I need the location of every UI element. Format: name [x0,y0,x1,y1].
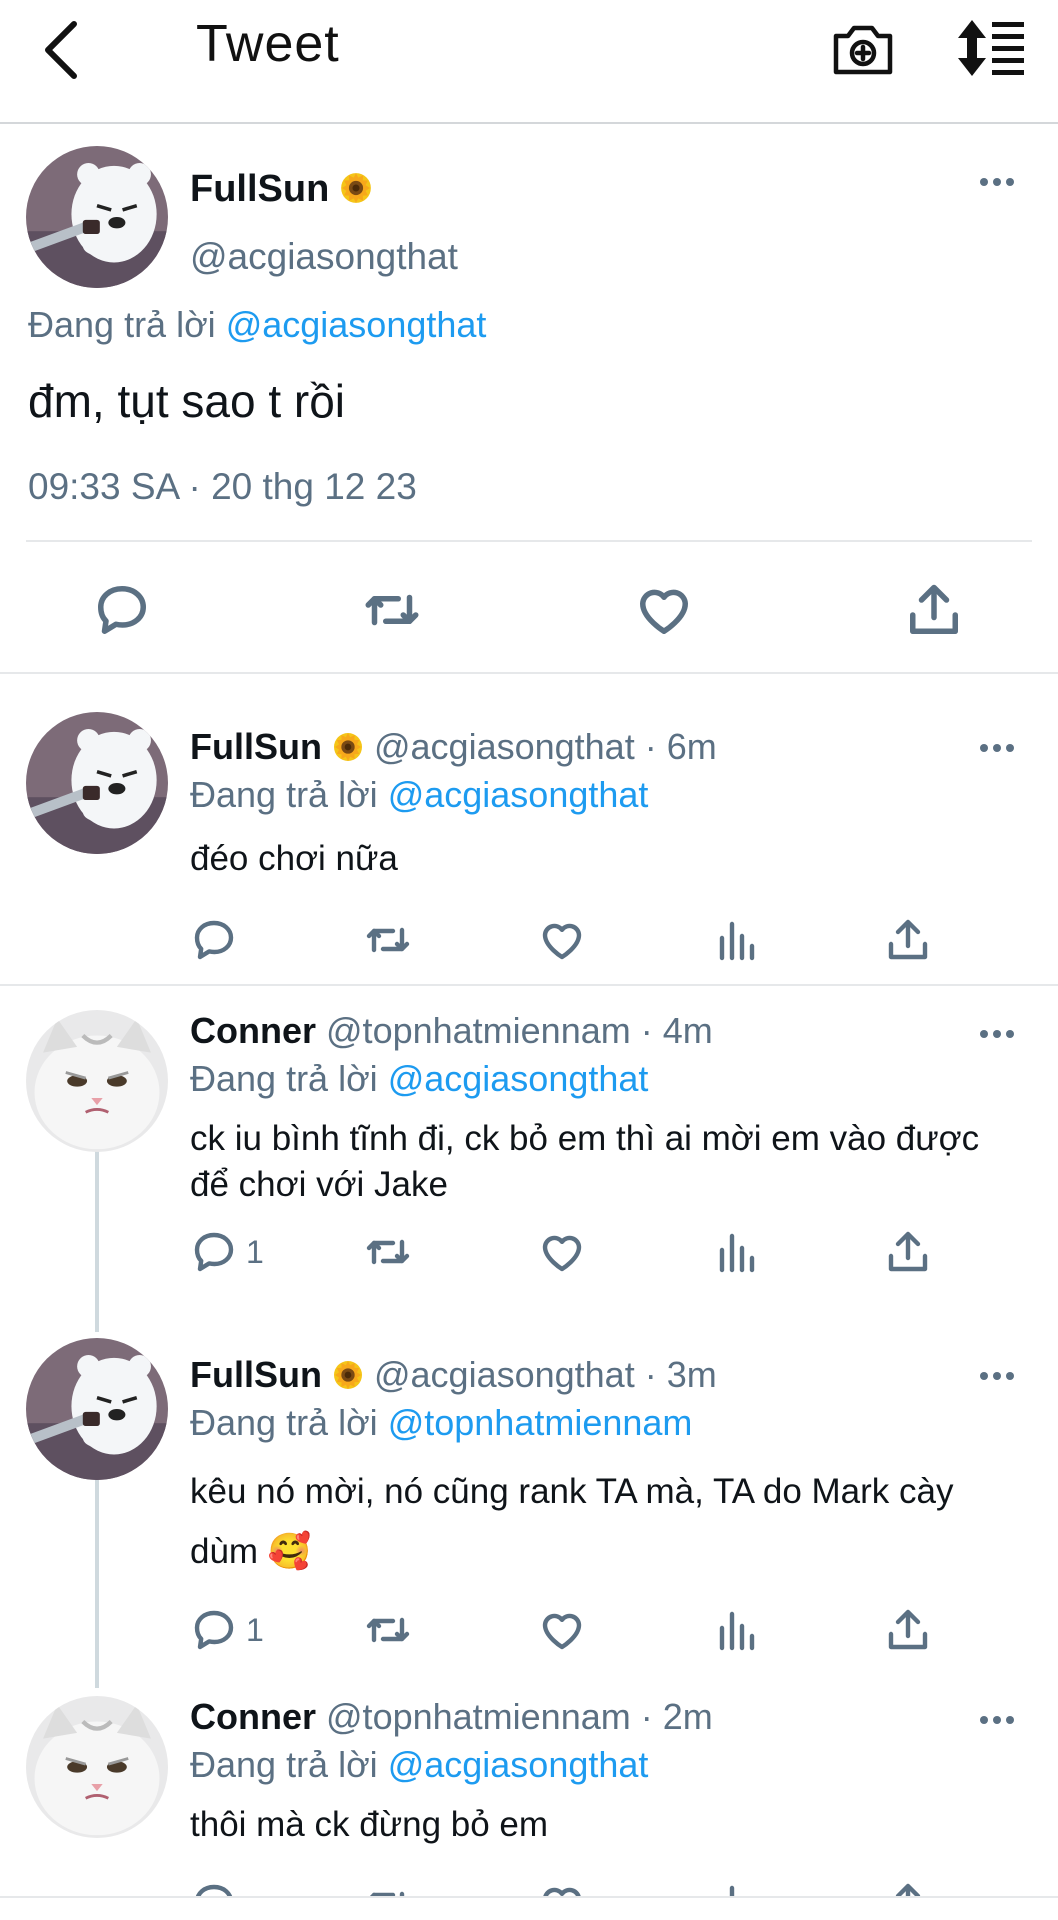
analytics-icon[interactable] [712,916,760,964]
replying-to: Đang trả lời @acgiasongthat [190,774,648,816]
more-options-icon[interactable] [980,1030,1014,1038]
avatar[interactable] [26,712,168,854]
replying-to-label: Đang trả lời [190,1744,388,1785]
author-line: Conner @topnhatmiennam · 4m [190,1010,713,1052]
avatar[interactable] [26,146,168,288]
avatar[interactable] [26,1010,168,1152]
main-tweet: FullSun @acgiasongthat Đang trả lời @acg… [0,126,1058,674]
author-handle-time[interactable]: @acgiasongthat · 6m [374,726,717,767]
reply-count: 1 [246,1234,264,1270]
analytics-icon[interactable] [712,1228,760,1276]
tweet-text: đm, tụt sao t rồi [28,375,346,427]
author-line: FullSun @acgiasongthat · 6m [190,726,717,768]
replying-to: Đang trả lời @acgiasongthat [28,304,486,346]
top-nav-bar: Tweet [0,0,1058,124]
more-options-icon[interactable] [980,178,1014,186]
author-handle-time[interactable]: @acgiasongthat · 3m [374,1354,717,1395]
bottom-edge [0,1896,1058,1920]
like-icon[interactable] [538,916,586,964]
author-name[interactable]: FullSun [190,726,322,767]
page-title: Tweet [196,15,340,73]
like-icon[interactable] [634,580,694,640]
divider [26,540,1032,542]
tweet-text: đéo chơi nữa [190,839,398,878]
replying-to: Đang trả lời @acgiasongthat [190,1058,648,1100]
author-name[interactable]: Conner [190,1696,316,1737]
avatar[interactable] [26,1696,168,1838]
reply-icon[interactable] [190,1606,238,1654]
reply-tweet[interactable]: Conner @topnhatmiennam · 2m Đang trả lời… [0,1676,1058,1896]
replying-to-label: Đang trả lời [190,1402,388,1443]
replying-to-link[interactable]: @acgiasongthat [388,1744,649,1785]
share-icon[interactable] [884,916,932,964]
replying-to-label: Đang trả lời [190,774,388,815]
camera-plus-icon[interactable] [830,16,896,82]
like-icon[interactable] [538,1228,586,1276]
reply-icon[interactable] [190,1228,238,1276]
tweet-text: thôi mà ck đừng bỏ em [190,1805,549,1844]
tweet-text: ck iu bình tĩnh đi, ck bỏ em thì ai mời … [190,1119,980,1204]
share-icon[interactable] [884,1606,932,1654]
author-name[interactable]: FullSun [190,168,329,210]
author-line: Conner @topnhatmiennam · 2m [190,1696,713,1738]
tweet-text: kêu nó mời, nó cũng rank TA mà, TA do Ma… [190,1472,954,1571]
replying-to: Đang trả lời @topnhatmiennam [190,1402,692,1444]
author-name[interactable]: Conner [190,1010,316,1051]
more-options-icon[interactable] [980,744,1014,752]
reply-tweet[interactable]: FullSun @acgiasongthat · 6m Đang trả lời … [0,676,1058,982]
author-handle-time[interactable]: @topnhatmiennam · 4m [326,1010,713,1051]
retweet-icon[interactable] [364,1228,412,1276]
reply-tweet[interactable]: Conner @topnhatmiennam · 4m Đang trả lời… [0,986,1058,1316]
author-handle-time[interactable]: @topnhatmiennam · 2m [326,1696,713,1737]
replying-to-label: Đang trả lời [28,304,226,345]
share-icon[interactable] [904,580,964,640]
sort-order-icon[interactable] [956,16,1028,80]
more-options-icon[interactable] [980,1716,1014,1724]
avatar[interactable] [26,1338,168,1480]
sunflower-emoji-icon [332,731,364,763]
reply-icon[interactable] [92,580,152,640]
replying-to-link[interactable]: @acgiasongthat [388,1058,649,1099]
replying-to-link[interactable]: @acgiasongthat [226,304,487,345]
author-name-row: FullSun [190,168,373,211]
author-name[interactable]: FullSun [190,1354,322,1395]
author-line: FullSun @acgiasongthat · 3m [190,1354,717,1396]
replying-to-label: Đang trả lời [190,1058,388,1099]
retweet-icon[interactable] [364,916,412,964]
sunflower-emoji-icon [332,1359,364,1391]
author-handle[interactable]: @acgiasongthat [190,236,458,278]
more-options-icon[interactable] [980,1372,1014,1380]
analytics-icon[interactable] [712,1606,760,1654]
reply-tweet[interactable]: FullSun @acgiasongthat · 3m Đang trả lời … [0,1316,1058,1676]
retweet-icon[interactable] [362,580,422,640]
share-icon[interactable] [884,1228,932,1276]
replying-to: Đang trả lời @acgiasongthat [190,1744,648,1786]
replying-to-link[interactable]: @topnhatmiennam [388,1402,693,1443]
reply-count: 1 [246,1612,264,1648]
replying-to-link[interactable]: @acgiasongthat [388,774,649,815]
like-icon[interactable] [538,1606,586,1654]
retweet-icon[interactable] [364,1606,412,1654]
back-chevron-icon[interactable] [36,18,88,82]
tweet-timestamp: 09:33 SA · 20 thg 12 23 [28,466,417,507]
reply-icon[interactable] [190,916,238,964]
sunflower-emoji-icon [339,171,373,205]
